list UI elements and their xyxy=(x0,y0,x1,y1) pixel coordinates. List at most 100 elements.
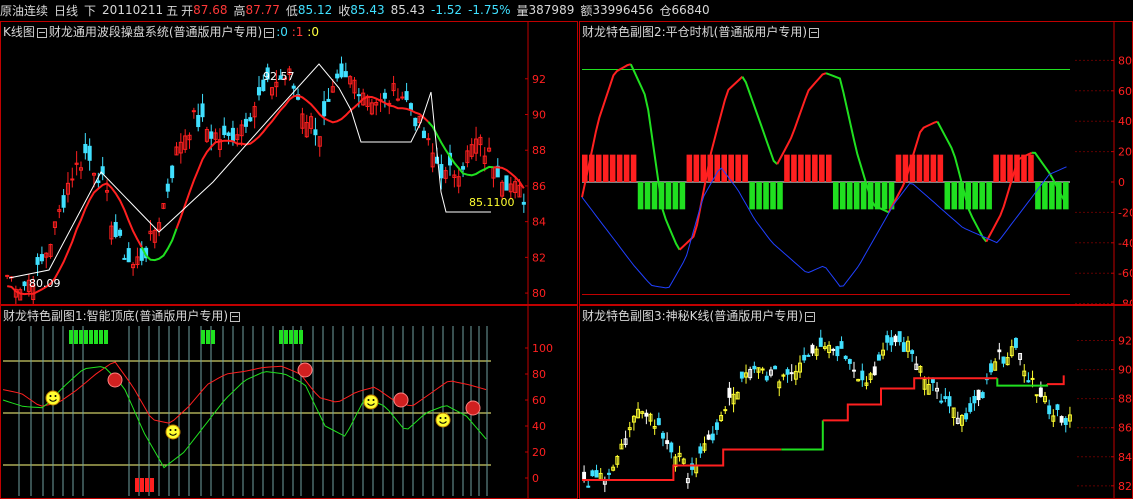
mystery-kline-panel[interactable]: 财龙特色副图3:神秘K线(普通版用户专用) 92908886848280 xyxy=(579,305,1133,499)
top-marker-icon xyxy=(297,362,313,378)
mystery-candle-body xyxy=(773,365,778,370)
candle-body xyxy=(335,73,340,79)
candle-body xyxy=(122,257,127,260)
open-label: 开 xyxy=(181,3,194,18)
mystery-candle-body xyxy=(818,337,823,347)
bar-red xyxy=(623,154,630,182)
bottom-block xyxy=(150,478,154,492)
mystery-candle-body xyxy=(1055,404,1060,411)
bar-red xyxy=(930,154,937,182)
bar-green xyxy=(665,182,672,210)
bar-red xyxy=(923,154,930,182)
bar-green xyxy=(756,182,762,210)
mystery-candle-body xyxy=(1047,405,1052,415)
kline-panel-title-bar: K线图 财龙通用波段操盘系统(普通版用户专用):0 :1 :0 xyxy=(3,23,319,40)
bottom-block xyxy=(140,478,144,492)
bottom-block xyxy=(145,478,149,492)
candle-body xyxy=(421,130,426,139)
candle-body xyxy=(356,94,361,97)
candle-body xyxy=(22,281,27,287)
bar-red xyxy=(791,154,797,182)
top-block xyxy=(99,330,103,344)
price-axis-label: 92 xyxy=(532,73,546,86)
pingcang-panel-title: 财龙特色副图2:平仓时机(普通版用户专用) xyxy=(582,25,808,39)
candle-body xyxy=(339,63,344,78)
kline-panel[interactable]: K线图 财龙通用波段操盘系统(普通版用户专用):0 :1 :0 92 90 88 86 8… xyxy=(0,21,578,305)
bar-green xyxy=(637,182,644,210)
stair-line-red xyxy=(582,448,782,481)
topbottom-axis-label: 60 xyxy=(532,394,546,407)
green-curve xyxy=(2,366,487,469)
osc-axis-label: 20 xyxy=(1118,146,1132,159)
candle-body xyxy=(191,110,196,113)
price-axis-2-label: 82 xyxy=(1118,480,1132,493)
volume-label: 量 xyxy=(516,3,529,18)
mystery-candle-body xyxy=(586,485,591,488)
bar-red xyxy=(784,154,790,182)
top-block xyxy=(104,330,108,344)
smiley-eye xyxy=(372,399,375,401)
collapse-icon[interactable] xyxy=(809,27,820,38)
mystery-candle-body xyxy=(943,396,948,400)
bar-red xyxy=(693,154,700,182)
period-label[interactable]: 日线 xyxy=(54,2,78,19)
mystery-candle-body xyxy=(1034,394,1039,397)
bar-green xyxy=(679,182,686,210)
mystery-candle-body xyxy=(839,341,844,349)
top-bottom-panel[interactable]: 财龙特色副图1:智能顶底(普通版用户专用) 100 80 60 40 20 0 xyxy=(0,305,578,499)
candle-body xyxy=(35,257,40,265)
oi-value: 66840 xyxy=(671,3,710,17)
collapse-icon[interactable] xyxy=(36,27,47,38)
bar-red xyxy=(1021,154,1027,182)
mystery-candle-body xyxy=(1013,337,1018,348)
kline-panel-prefix: K线图 xyxy=(3,25,35,39)
smiley-eye xyxy=(54,395,57,397)
mystery-candle-body xyxy=(710,433,715,441)
top-block xyxy=(89,330,93,344)
candle-body xyxy=(165,183,170,192)
mystery-candle-body xyxy=(656,418,661,426)
candle-body xyxy=(343,71,348,78)
collapse-icon[interactable] xyxy=(804,311,815,322)
smiley-icon xyxy=(45,390,61,406)
bottom-block xyxy=(135,478,139,492)
candle-body xyxy=(439,164,444,179)
osc-axis-label: -40 xyxy=(1118,237,1133,250)
topbottom-axis-label: 80 xyxy=(532,368,546,381)
stair-line-red xyxy=(1047,375,1065,386)
mystery-candle-body xyxy=(669,442,674,453)
mystery-candle-body xyxy=(727,387,732,398)
mystery-candle-body xyxy=(1001,356,1006,364)
candle-body xyxy=(461,166,466,170)
bar-green xyxy=(777,182,783,210)
osc-axis-label: -60 xyxy=(1118,267,1133,280)
top-bottom-chart: 100 80 60 40 20 0 xyxy=(2,306,553,498)
stair-line-green xyxy=(996,378,1049,387)
price-axis-2-label: 86 xyxy=(1118,422,1132,435)
quote-bar: 原油连续 日线 下 20110211 五 开 87.68 高 87.77 低 85.1… xyxy=(0,0,1133,20)
bar-red xyxy=(1000,154,1006,182)
candle-body xyxy=(5,274,10,277)
collapse-icon[interactable] xyxy=(264,27,275,38)
collapse-icon[interactable] xyxy=(230,311,241,322)
bar-red xyxy=(916,154,923,182)
osc-axis-label: -20 xyxy=(1118,206,1133,219)
candle-body xyxy=(113,221,118,237)
top-bottom-panel-title: 财龙特色副图1:智能顶底(普通版用户专用) xyxy=(3,309,229,323)
smiley-eye xyxy=(174,429,177,431)
mystery-candle-body xyxy=(968,403,973,412)
price-axis-label: 82 xyxy=(532,251,546,264)
topbottom-axis-label: 40 xyxy=(532,420,546,433)
pingcang-chart: 80 60 40 20 0 -20 -40 -60 -80 xyxy=(581,22,1133,304)
smiley-eye xyxy=(49,395,52,397)
pingcang-panel[interactable]: 财龙特色副图2:平仓时机(普通版用户专用) 80 60 40 20 0 -20 -40 -60… xyxy=(579,21,1133,305)
topbottom-axis-label: 0 xyxy=(532,472,539,485)
high-annotation: 92.57 xyxy=(263,70,295,83)
top-marker-icon xyxy=(107,372,123,388)
smiley-eye xyxy=(367,399,370,401)
direction-label: 下 xyxy=(84,3,97,18)
mystery-candle-body xyxy=(989,363,993,373)
bar-green xyxy=(986,182,992,210)
mystery-candle-body xyxy=(802,354,807,361)
candle-body xyxy=(313,129,318,136)
